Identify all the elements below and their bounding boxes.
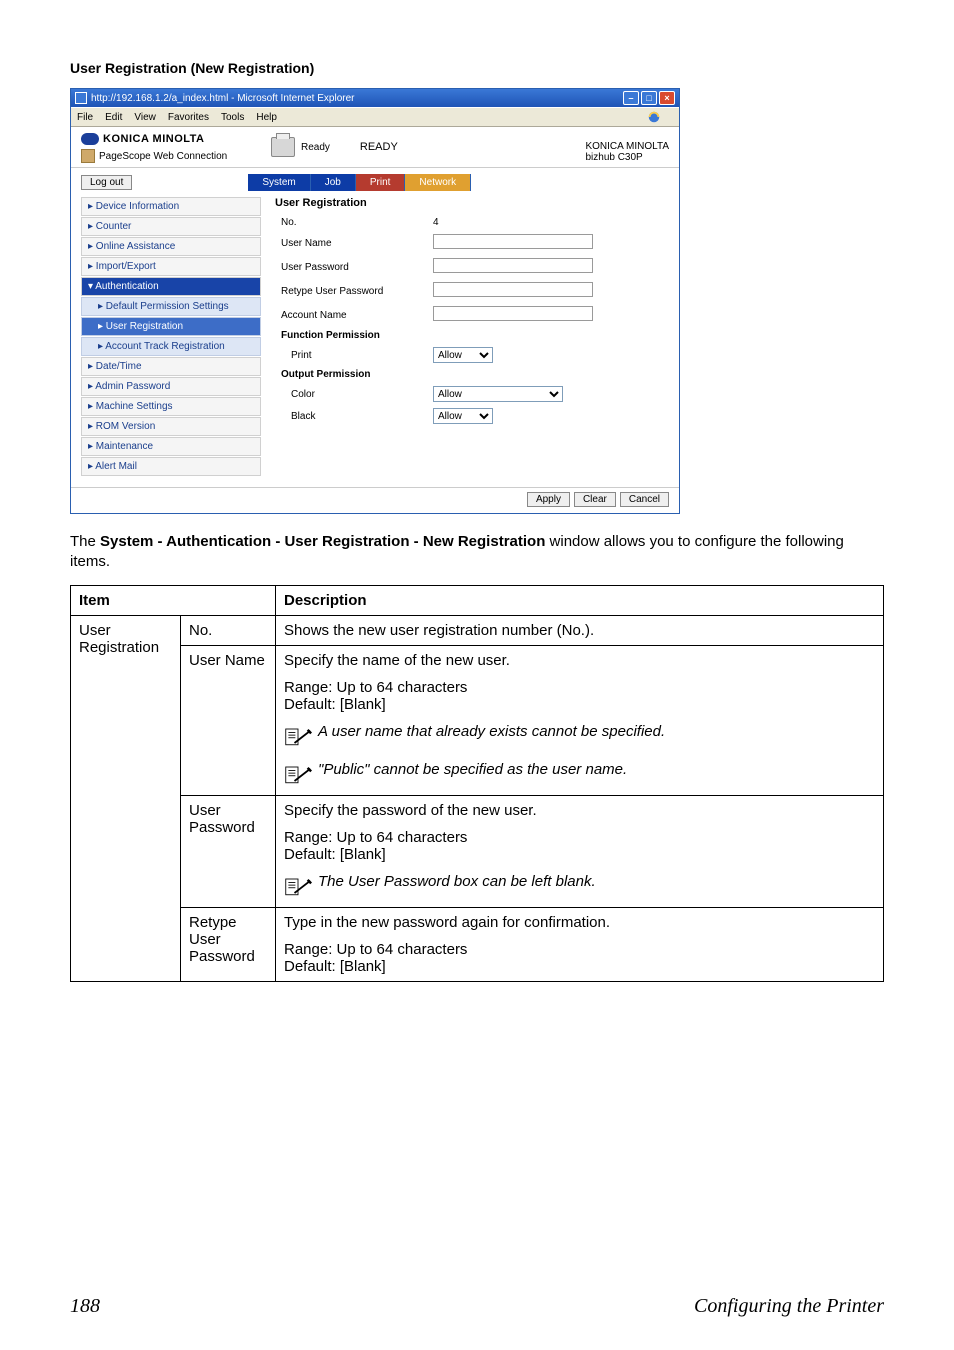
sidebar-item-online-assistance[interactable]: ▸ Online Assistance <box>81 237 261 256</box>
label-user-password: User Password <box>277 256 427 278</box>
sidebar-item-maintenance[interactable]: ▸ Maintenance <box>81 437 261 456</box>
sidebar-item-datetime[interactable]: ▸ Date/Time <box>81 357 261 376</box>
input-retype-password[interactable] <box>433 282 593 297</box>
sidebar-item-alert-mail[interactable]: ▸ Alert Mail <box>81 457 261 476</box>
sidebar-item-authentication[interactable]: ▾ Authentication <box>81 277 261 296</box>
status-value: READY <box>360 141 398 153</box>
menu-tools[interactable]: Tools <box>221 112 244 123</box>
tabs: System Job Print Network <box>248 174 471 191</box>
th-description: Description <box>276 586 884 616</box>
clear-button[interactable]: Clear <box>574 492 616 507</box>
sidebar-item-admin-password[interactable]: ▸ Admin Password <box>81 377 261 396</box>
label-function-permission: Function Permission <box>277 328 597 343</box>
sidebar-sub-account-track[interactable]: ▸ Account Track Registration <box>81 337 261 356</box>
content-title: User Registration <box>275 197 669 209</box>
input-user-password[interactable] <box>433 258 593 273</box>
content-pane: User Registration No. 4 User Name User P… <box>261 197 669 477</box>
cell-userpw-desc: Specify the password of the new user. Ra… <box>276 796 884 908</box>
sidebar-sub-user-registration[interactable]: ▸ User Registration <box>81 317 261 336</box>
value-no: 4 <box>429 215 597 230</box>
input-user-name[interactable] <box>433 234 593 249</box>
km-logo-icon <box>81 133 99 145</box>
logout-button[interactable]: Log out <box>81 175 132 190</box>
body-text: The System - Authentication - User Regis… <box>70 532 884 571</box>
ie-window: http://192.168.1.2/a_index.html - Micros… <box>70 88 680 514</box>
sidebar: ▸ Device Information ▸ Counter ▸ Online … <box>81 197 261 477</box>
ie-menubar: File Edit View Favorites Tools Help <box>71 107 679 127</box>
brand-name: KONICA MINOLTA <box>103 133 205 145</box>
label-account-name: Account Name <box>277 304 427 326</box>
description-table: Item Description User Registration No. S… <box>70 585 884 982</box>
ie-titlebar: http://192.168.1.2/a_index.html - Micros… <box>71 89 679 107</box>
label-color-perm: Color <box>277 384 427 404</box>
section-title: User Registration (New Registration) <box>70 60 884 76</box>
label-retype-password: Retype User Password <box>277 280 427 302</box>
menu-file[interactable]: File <box>77 112 93 123</box>
cell-username-label: User Name <box>181 646 276 796</box>
menu-help[interactable]: Help <box>256 112 277 123</box>
cell-retype-desc: Type in the new password again for confi… <box>276 908 884 982</box>
sidebar-item-counter[interactable]: ▸ Counter <box>81 217 261 236</box>
printer-icon <box>271 137 295 157</box>
note-icon <box>284 875 312 901</box>
ie-page-icon <box>75 92 87 104</box>
select-print-permission[interactable]: Allow <box>433 347 493 363</box>
ie-title-text: http://192.168.1.2/a_index.html - Micros… <box>91 93 354 104</box>
sidebar-sub-default-permission[interactable]: ▸ Default Permission Settings <box>81 297 261 316</box>
note-icon <box>284 725 312 751</box>
page-number: 188 <box>70 1295 100 1318</box>
select-black-permission[interactable]: Allow <box>433 408 493 424</box>
select-color-permission[interactable]: Allow <box>433 386 563 402</box>
cell-retype-label: Retype User Password <box>181 908 276 982</box>
input-account-name[interactable] <box>433 306 593 321</box>
sidebar-item-import-export[interactable]: ▸ Import/Export <box>81 257 261 276</box>
ie-logo-icon <box>647 110 661 124</box>
label-output-permission: Output Permission <box>277 367 597 382</box>
tab-network[interactable]: Network <box>405 174 471 191</box>
label-user-name: User Name <box>277 232 427 254</box>
label-black-perm: Black <box>277 406 427 426</box>
th-item: Item <box>71 586 276 616</box>
pagescope-icon <box>81 149 95 163</box>
pagescope-header: KONICA MINOLTA PageScope Web Connection … <box>71 127 679 168</box>
cell-no-desc: Shows the new user registration number (… <box>276 616 884 646</box>
tab-job[interactable]: Job <box>311 174 356 191</box>
cell-userpw-label: User Password <box>181 796 276 908</box>
note-icon <box>284 763 312 789</box>
menu-view[interactable]: View <box>134 112 156 123</box>
sidebar-item-device-information[interactable]: ▸ Device Information <box>81 197 261 216</box>
window-close-button[interactable]: × <box>659 91 675 105</box>
status-label: Ready <box>301 142 330 153</box>
cancel-button[interactable]: Cancel <box>620 492 669 507</box>
menu-edit[interactable]: Edit <box>105 112 122 123</box>
cell-group: User Registration <box>71 616 181 982</box>
product-name: PageScope Web Connection <box>99 151 227 162</box>
cell-no-label: No. <box>181 616 276 646</box>
tab-print[interactable]: Print <box>356 174 406 191</box>
apply-button[interactable]: Apply <box>527 492 570 507</box>
sidebar-item-rom-version[interactable]: ▸ ROM Version <box>81 417 261 436</box>
header-model: bizhub C30P <box>585 152 669 163</box>
window-minimize-button[interactable]: – <box>623 91 639 105</box>
menu-favorites[interactable]: Favorites <box>168 112 209 123</box>
label-no: No. <box>277 215 427 230</box>
label-print-perm: Print <box>277 345 427 365</box>
page-footer-title: Configuring the Printer <box>694 1295 884 1318</box>
cell-username-desc: Specify the name of the new user. Range:… <box>276 646 884 796</box>
header-brand-right: KONICA MINOLTA <box>585 141 669 152</box>
window-maximize-button[interactable]: □ <box>641 91 657 105</box>
tab-system[interactable]: System <box>248 174 310 191</box>
sidebar-item-machine-settings[interactable]: ▸ Machine Settings <box>81 397 261 416</box>
